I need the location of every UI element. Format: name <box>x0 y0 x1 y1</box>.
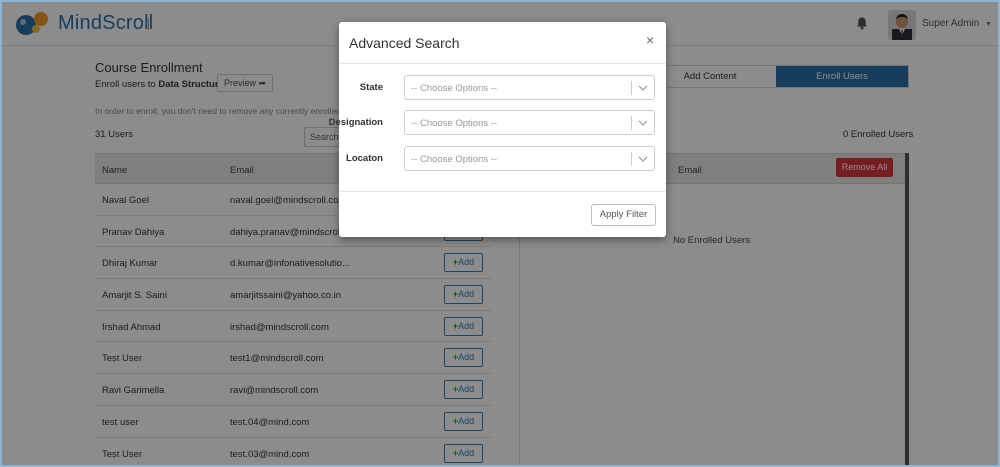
location-label: Locaton <box>346 153 383 164</box>
select-separator <box>631 81 632 95</box>
modal-body: State -- Choose Options -- Designation -… <box>329 65 666 191</box>
select-separator <box>631 116 632 130</box>
location-placeholder: -- Choose Options -- <box>411 154 498 165</box>
advanced-search-modal: Advanced Search × State -- Choose Option… <box>329 22 666 237</box>
apply-filter-button[interactable]: Apply Filter <box>591 204 656 226</box>
location-select[interactable]: -- Choose Options -- <box>404 146 655 171</box>
chevron-down-icon <box>638 85 648 91</box>
chevron-down-icon <box>638 120 648 126</box>
app-window: MindScroll Super Admin ▼ Course Enrollme… <box>0 0 1000 467</box>
state-label: State <box>359 82 383 93</box>
state-select[interactable]: -- Choose Options -- <box>404 75 655 100</box>
modal-title: Advanced Search <box>349 35 460 51</box>
designation-label: Designation <box>328 117 383 128</box>
state-placeholder: -- Choose Options -- <box>411 83 498 94</box>
modal-header: Advanced Search × <box>339 22 666 64</box>
designation-select[interactable]: -- Choose Options -- <box>404 110 655 135</box>
select-separator <box>631 152 632 166</box>
close-icon[interactable]: × <box>646 32 654 48</box>
designation-placeholder: -- Choose Options -- <box>411 118 498 129</box>
chevron-down-icon <box>638 156 648 162</box>
modal-footer: Apply Filter <box>339 191 666 237</box>
